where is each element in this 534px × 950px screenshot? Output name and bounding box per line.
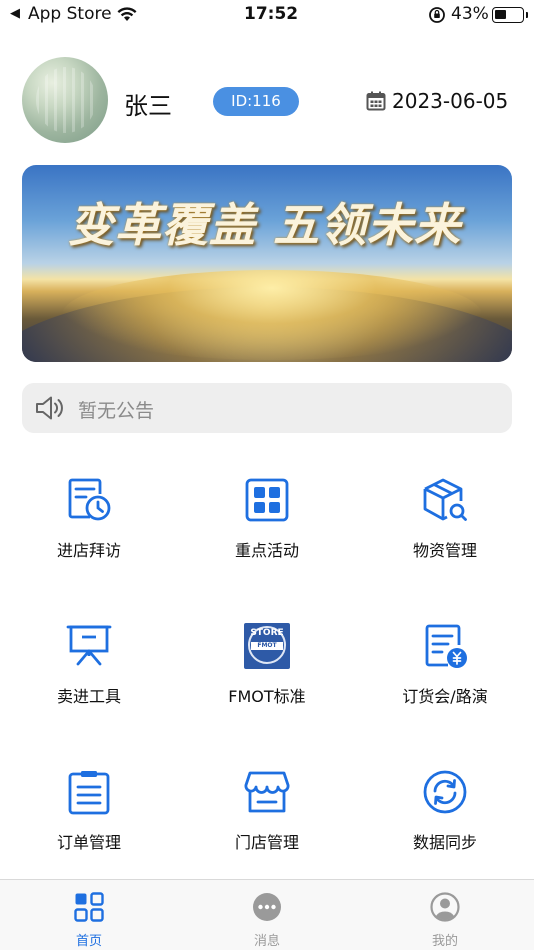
wifi-icon — [116, 6, 138, 27]
order-document-yen-icon — [422, 623, 468, 669]
tab-messages[interactable]: 消息 — [178, 880, 356, 950]
materials-box-search-icon — [422, 477, 468, 523]
current-date: 2023-06-05 — [392, 89, 509, 113]
tab-label: 我的 — [431, 934, 458, 949]
announcement-bar[interactable]: 暂无公告 — [22, 383, 512, 433]
presentation-board-icon — [66, 623, 112, 669]
avatar-image-texture — [36, 67, 96, 133]
battery-fill — [495, 10, 506, 19]
battery-tip — [526, 12, 528, 18]
fmot-badge-store-text: STORE — [250, 628, 284, 638]
fmot-badge-ribbon: FMOT — [251, 642, 283, 650]
menu-label: 进店拜访 — [56, 541, 121, 560]
key-activity-grid-icon — [244, 477, 290, 523]
menu-label: 重点活动 — [234, 541, 299, 560]
rotation-lock-icon — [428, 6, 446, 29]
tab-label: 消息 — [253, 934, 280, 949]
menu-key-activity[interactable]: 重点活动 — [178, 477, 356, 607]
profile-person-icon — [430, 892, 460, 922]
banner-light-glow — [62, 270, 482, 360]
menu-label: 订货会/路演 — [402, 687, 488, 706]
message-bubble-icon — [252, 892, 282, 922]
banner-slogan: 变革覆盖 五领未来 — [68, 198, 462, 252]
menu-store-visit[interactable]: 进店拜访 — [0, 477, 178, 607]
back-to-app-label[interactable]: App Store — [28, 4, 112, 24]
clock-time: 17:52 — [244, 4, 299, 24]
banner-image[interactable]: 变革覆盖 五领未来 — [22, 165, 512, 362]
fmot-store-badge-icon: STORE FMOT — [244, 623, 290, 669]
menu-label: 订单管理 — [56, 833, 121, 852]
battery-percent: 43% — [451, 4, 489, 24]
battery-icon — [492, 7, 524, 23]
tab-profile[interactable]: 我的 — [356, 880, 534, 950]
back-arrow-icon[interactable]: ◀ — [10, 6, 20, 21]
status-bar: ◀ App Store 17:52 43% — [0, 0, 534, 32]
user-id-badge: ID:116 — [213, 87, 299, 116]
menu-order-meeting[interactable]: 订货会/路演 — [356, 623, 534, 753]
sync-refresh-icon — [422, 769, 468, 815]
menu-materials[interactable]: 物资管理 — [356, 477, 534, 607]
home-grid-icon — [74, 892, 104, 922]
user-name: 张三 — [124, 92, 172, 120]
avatar[interactable] — [22, 57, 108, 143]
menu-label: 物资管理 — [412, 541, 477, 560]
storefront-icon — [244, 769, 290, 815]
announcement-text: 暂无公告 — [78, 400, 155, 422]
menu-fmot-standard[interactable]: STORE FMOT FMOT标准 — [178, 623, 356, 753]
store-visit-clock-icon — [66, 477, 112, 523]
tab-label: 首页 — [75, 934, 102, 949]
clipboard-list-icon — [66, 769, 112, 815]
calendar-icon — [366, 91, 386, 115]
menu-label: 数据同步 — [412, 833, 477, 852]
menu-sell-in-tools[interactable]: 卖进工具 — [0, 623, 178, 753]
menu-label: 门店管理 — [234, 833, 299, 852]
tab-home[interactable]: 首页 — [0, 880, 178, 950]
menu-label: FMOT标准 — [228, 687, 306, 706]
bottom-tab-bar: 首页 消息 我的 — [0, 879, 534, 950]
speaker-icon — [34, 395, 66, 425]
menu-label: 卖进工具 — [56, 687, 121, 706]
